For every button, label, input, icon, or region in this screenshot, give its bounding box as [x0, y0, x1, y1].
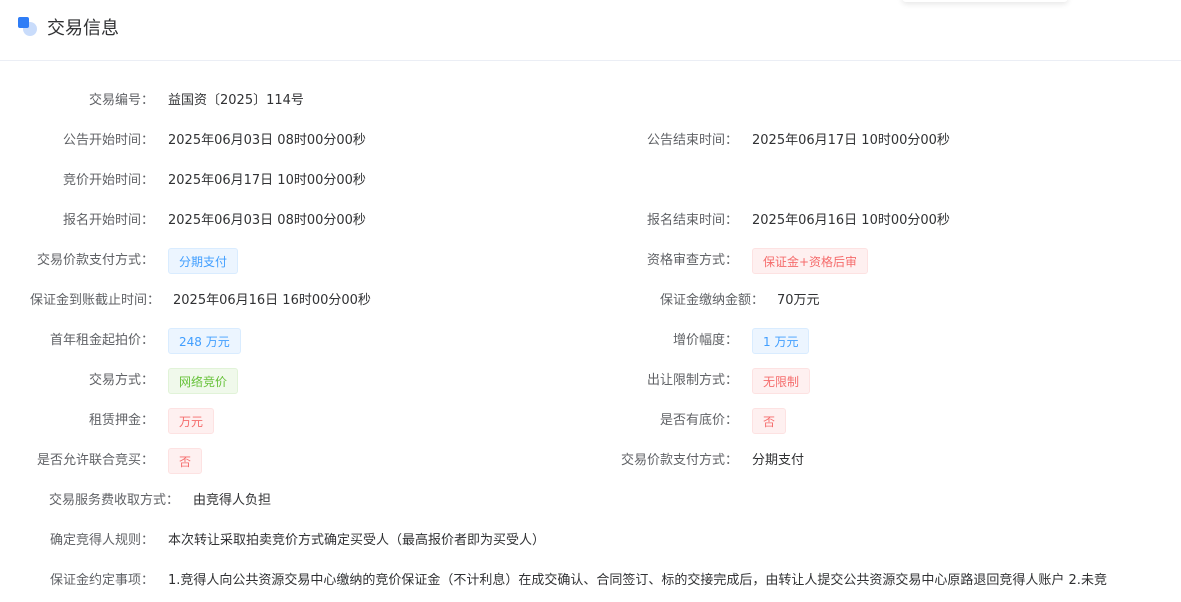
trade-mode-label: 交易方式： — [88, 373, 154, 388]
deposit-deadline-value: 2025年06月16日 16时00分00秒 — [173, 293, 371, 308]
payment-method-2-label: 交易价款支付方式： — [620, 453, 738, 468]
deposit-terms-value: 1.竞得人向公共资源交易中心缴纳的竞价保证金（不计利息）在成交确认、合同签订、标… — [168, 573, 1107, 588]
joint-bid-tag: 否 — [168, 448, 203, 474]
service-fee-label: 交易服务费收取方式： — [48, 493, 179, 508]
winner-rule-label: 确定竞得人规则： — [49, 533, 154, 548]
signup-start-value: 2025年06月03日 08时00分00秒 — [168, 213, 366, 228]
notice-start-value: 2025年06月03日 08时00分00秒 — [168, 133, 366, 148]
notice-start-label: 公告开始时间： — [62, 133, 154, 148]
deposit-deadline-label: 保证金到账截止时间： — [29, 293, 160, 308]
lease-deposit-tag: 万元 — [168, 408, 215, 434]
payment-method-tag: 分期支付 — [168, 248, 239, 274]
lease-deposit-label: 租赁押金： — [88, 413, 154, 428]
deposit-amount-label: 保证金缴纳金额： — [659, 293, 764, 308]
transfer-limit-tag: 无限制 — [752, 368, 811, 394]
signup-end-label: 报名结束时间： — [646, 213, 738, 228]
first-year-rent-label: 首年租金起拍价： — [49, 333, 154, 348]
reserve-price-label: 是否有底价： — [659, 413, 738, 428]
signup-end-value: 2025年06月16日 10时00分00秒 — [752, 213, 950, 228]
reserve-price-tag: 否 — [752, 408, 787, 434]
qualification-review-label: 资格审查方式： — [646, 253, 738, 268]
service-fee-value: 由竞得人负担 — [193, 493, 272, 508]
qualification-review-tag: 保证金+资格后审 — [752, 248, 869, 274]
section-title: 交易信息 — [47, 18, 119, 39]
trade-no-value: 益国资〔2025〕114号 — [168, 93, 304, 108]
increment-tag: 1 万元 — [752, 328, 810, 354]
notice-end-label: 公告结束时间： — [646, 133, 738, 148]
trade-mode-tag: 网络竞价 — [168, 368, 239, 394]
transfer-limit-label: 出让限制方式： — [646, 373, 738, 388]
section-header: 交易信息 — [0, 0, 1181, 61]
deposit-terms-label: 保证金约定事项： — [49, 573, 154, 588]
first-year-rent-tag: 248 万元 — [168, 328, 241, 354]
bid-start-value: 2025年06月17日 10时00分00秒 — [168, 173, 366, 188]
deposit-amount-value: 70万元 — [777, 293, 820, 308]
winner-rule-value: 本次转让采取拍卖竞价方式确定买受人（最高报价者即为买受人） — [168, 533, 546, 548]
trade-no-label: 交易编号： — [88, 93, 154, 108]
joint-bid-label: 是否允许联合竞买： — [36, 453, 154, 468]
bid-start-label: 竞价开始时间： — [62, 173, 154, 188]
section-icon — [18, 17, 38, 37]
notice-end-value: 2025年06月17日 10时00分00秒 — [752, 133, 950, 148]
signup-start-label: 报名开始时间： — [62, 213, 154, 228]
payment-method-2-value: 分期支付 — [752, 453, 805, 468]
payment-method-label: 交易价款支付方式： — [36, 253, 154, 268]
increment-label: 增价幅度： — [672, 333, 738, 348]
